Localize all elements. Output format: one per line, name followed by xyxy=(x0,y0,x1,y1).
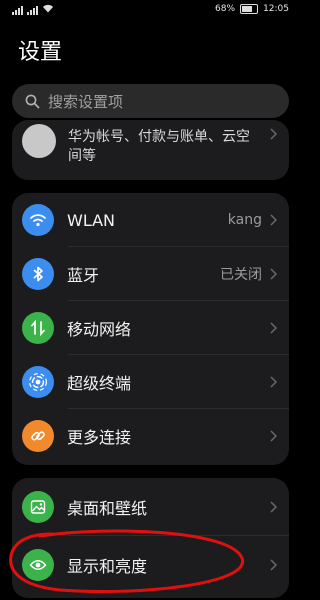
status-bar: 68% 12:05 xyxy=(0,0,301,22)
item-value: 已关闭 xyxy=(220,267,262,283)
search-placeholder: 搜索设置项 xyxy=(48,92,124,111)
chevron-right-icon xyxy=(270,376,277,388)
item-label: 桌面和壁纸 xyxy=(67,499,148,518)
chevron-right-icon xyxy=(270,559,277,571)
item-label: 更多连接 xyxy=(67,428,132,447)
page-title: 设置 xyxy=(18,40,63,65)
status-left xyxy=(12,4,54,16)
settings-item-mobile-network[interactable]: 移动网络 xyxy=(12,301,289,355)
mobile-network-icon xyxy=(22,312,54,344)
battery-percent: 68% xyxy=(215,4,236,14)
battery-icon xyxy=(240,4,259,14)
wallpaper-icon xyxy=(22,491,54,523)
connectivity-group: WLAN kang 蓝牙 已关闭 移动网络 超级终端 更多连接 xyxy=(12,193,289,465)
item-label: 移动网络 xyxy=(67,320,132,339)
item-value: kang xyxy=(227,212,262,228)
wifi-icon xyxy=(22,204,54,236)
search-input[interactable]: 搜索设置项 xyxy=(12,84,289,118)
account-item[interactable]: 华为帐号、付款与账单、云空间等 xyxy=(12,120,289,180)
chevron-right-icon xyxy=(270,322,277,334)
item-label: 显示和亮度 xyxy=(67,557,148,576)
search-icon xyxy=(24,93,40,109)
signal-icon-2 xyxy=(27,5,38,15)
item-label: 蓝牙 xyxy=(67,266,100,285)
settings-item-more-connections[interactable]: 更多连接 xyxy=(12,409,289,463)
chevron-right-icon xyxy=(270,430,277,442)
display-group: 桌面和壁纸 显示和亮度 xyxy=(12,478,289,598)
link-icon xyxy=(22,420,54,452)
super-device-icon xyxy=(22,366,54,398)
item-label: WLAN xyxy=(67,210,116,230)
eye-icon xyxy=(22,549,54,581)
chevron-right-icon xyxy=(270,128,277,140)
clock: 12:05 xyxy=(263,4,289,14)
signal-icon xyxy=(12,5,23,15)
item-label: 超级终端 xyxy=(67,374,132,393)
wifi-status-icon xyxy=(42,4,54,16)
chevron-right-icon xyxy=(270,214,277,226)
settings-item-wallpaper[interactable]: 桌面和壁纸 xyxy=(12,478,289,536)
settings-item-bluetooth[interactable]: 蓝牙 已关闭 xyxy=(12,247,289,301)
settings-item-super-device[interactable]: 超级终端 xyxy=(12,355,289,409)
settings-item-display-brightness[interactable]: 显示和亮度 xyxy=(12,536,289,594)
settings-item-wlan[interactable]: WLAN kang xyxy=(12,193,289,247)
account-summary: 华为帐号、付款与账单、云空间等 xyxy=(68,129,250,164)
chevron-right-icon xyxy=(270,501,277,513)
avatar xyxy=(22,124,56,158)
status-right: 68% 12:05 xyxy=(215,4,289,14)
bluetooth-icon xyxy=(22,258,54,290)
chevron-right-icon xyxy=(270,268,277,280)
